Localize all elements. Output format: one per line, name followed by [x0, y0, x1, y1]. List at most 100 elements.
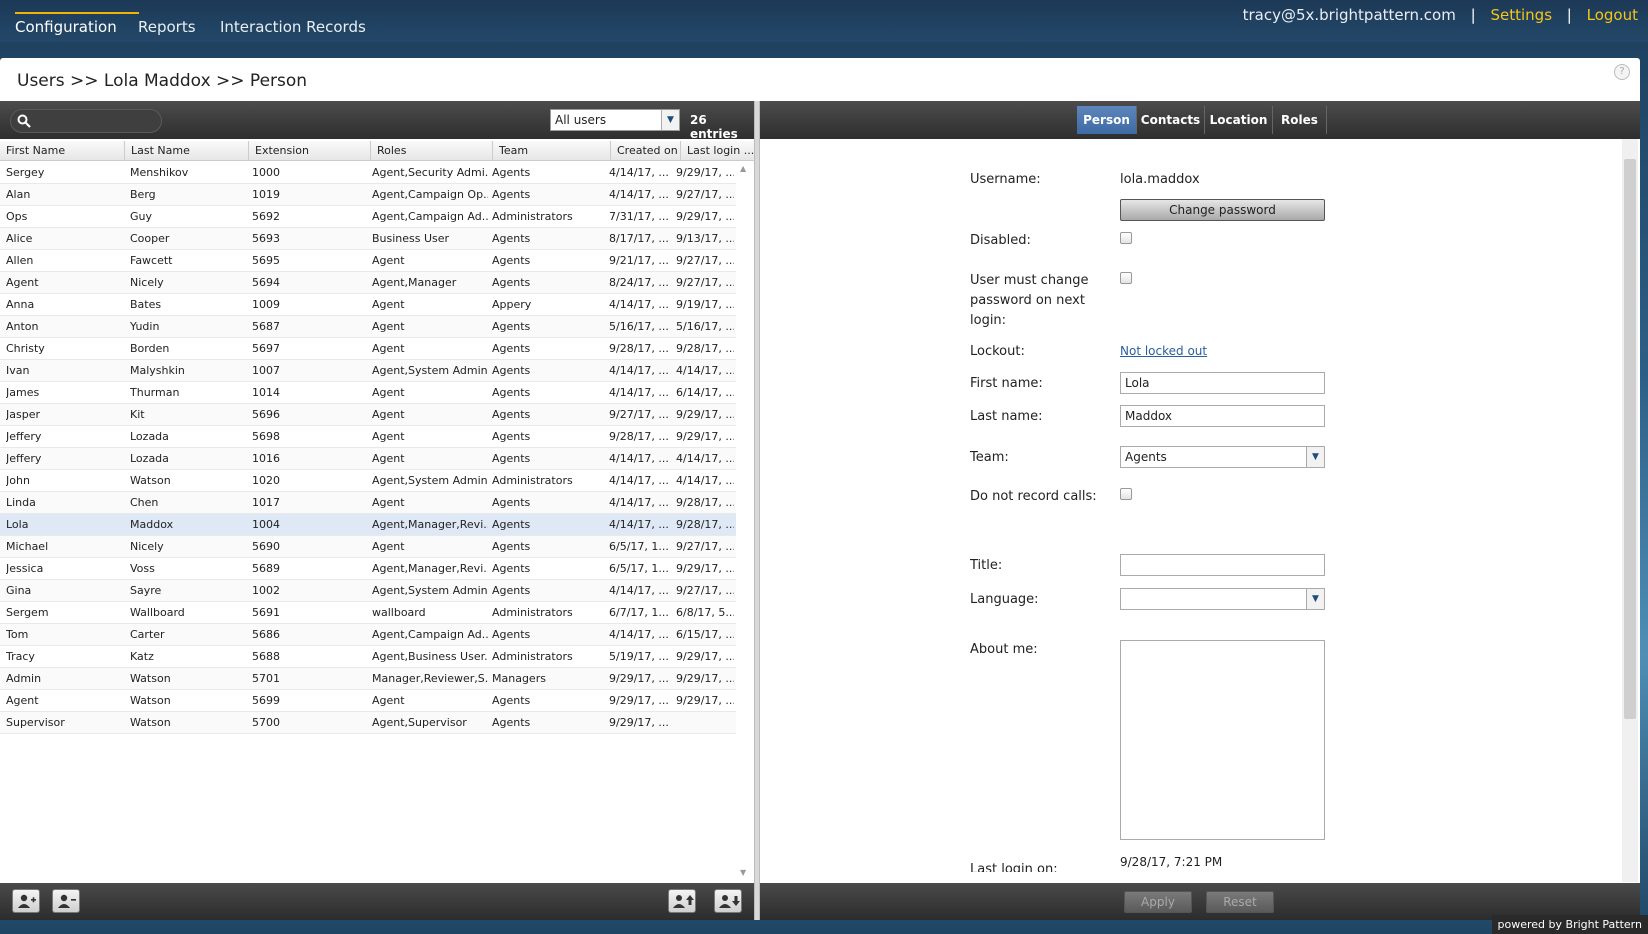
about-me-textarea[interactable]	[1120, 640, 1325, 840]
disabled-checkbox[interactable]	[1120, 232, 1132, 244]
cell-last-login: 9/29/17, ...	[676, 562, 734, 575]
column-divider[interactable]	[124, 141, 125, 161]
cell-team: Administrators	[492, 210, 573, 223]
search-icon	[17, 114, 31, 128]
tab-person[interactable]: Person	[1077, 106, 1137, 134]
table-row[interactable]: Supervisor Watson 5700 Agent,Supervisor Agen…	[0, 712, 736, 734]
cell-first-name: Admin	[6, 672, 42, 685]
tab-location[interactable]: Location	[1205, 106, 1273, 134]
cell-last-login: 6/15/17, ...	[676, 628, 734, 641]
cell-team: Agents	[492, 364, 531, 377]
table-row[interactable]: Alice Cooper 5693 Business User Agents 8/17/1…	[0, 228, 736, 250]
tab-roles[interactable]: Roles	[1273, 106, 1327, 134]
title-field[interactable]	[1120, 554, 1325, 576]
column-header-first-name[interactable]: First Name	[6, 144, 65, 157]
apply-button[interactable]: Apply	[1124, 891, 1192, 913]
first-name-field[interactable]: Lola	[1120, 372, 1325, 394]
import-users-button[interactable]	[668, 889, 696, 913]
table-row[interactable]: Lola Maddox 1004 Agent,Manager,Revi... Agent…	[0, 514, 736, 536]
cell-team: Agents	[492, 188, 531, 201]
lockout-status-link[interactable]: Not locked out	[1120, 344, 1207, 358]
settings-link[interactable]: Settings	[1490, 6, 1552, 24]
table-row[interactable]: Alan Berg 1019 Agent,Campaign Op... Agents 4/…	[0, 184, 736, 206]
export-users-button[interactable]	[714, 889, 742, 913]
column-header-team[interactable]: Team	[499, 144, 528, 157]
column-divider[interactable]	[680, 141, 681, 161]
table-row[interactable]: Ops Guy 5692 Agent,Campaign Ad... Administra…	[0, 206, 736, 228]
table-row[interactable]: James Thurman 1014 Agent Agents 4/14/17, ... 6…	[0, 382, 736, 404]
tab-reports[interactable]: Reports	[138, 18, 196, 36]
cell-last-login: 9/28/17, ...	[676, 342, 734, 355]
reset-button[interactable]: Reset	[1206, 891, 1274, 913]
scroll-up-icon[interactable]: ▲	[740, 164, 746, 173]
table-row[interactable]: Agent Watson 5699 Agent Agents 9/29/17, ... 9/…	[0, 690, 736, 712]
logout-link[interactable]: Logout	[1587, 6, 1638, 24]
table-row[interactable]: Jasper Kit 5696 Agent Agents 9/27/17, ... 9/29…	[0, 404, 736, 426]
table-scrollbar[interactable]: ▲ ▼	[738, 162, 752, 882]
cell-first-name: Linda	[6, 496, 36, 509]
team-label: Team:	[970, 450, 1009, 465]
table-row[interactable]: Gina Sayre 1002 Agent,System Admin... Agents…	[0, 580, 736, 602]
table-row[interactable]: Anton Yudin 5687 Agent Agents 5/16/17, ... 5/1…	[0, 316, 736, 338]
team-select[interactable]: Agents ▼	[1120, 446, 1325, 468]
table-row[interactable]: Anna Bates 1009 Agent Appery 4/14/17, ... 9/19…	[0, 294, 736, 316]
cell-created-on: 9/21/17, ...	[609, 254, 669, 267]
last-name-field[interactable]: Maddox	[1120, 405, 1325, 427]
column-divider[interactable]	[492, 141, 493, 161]
table-row[interactable]: Jessica Voss 5689 Agent,Manager,Revi... Agen…	[0, 558, 736, 580]
column-header-last-name[interactable]: Last Name	[131, 144, 190, 157]
column-divider[interactable]	[248, 141, 249, 161]
cell-last-login: 9/13/17, ...	[676, 232, 734, 245]
remove-user-button[interactable]	[52, 889, 80, 913]
table-row[interactable]: Sergey Menshikov 1000 Agent,Security Admi..…	[0, 162, 736, 184]
column-header-created-on[interactable]: Created on	[617, 144, 678, 157]
cell-extension: 5692	[252, 210, 280, 223]
table-row[interactable]: Agent Nicely 5694 Agent,Manager Agents 8/24/1…	[0, 272, 736, 294]
table-row[interactable]: Admin Watson 5701 Manager,Reviewer,S... Mana…	[0, 668, 736, 690]
column-header-roles[interactable]: Roles	[377, 144, 406, 157]
table-row[interactable]: Michael Nicely 5690 Agent Agents 6/5/17, 1...…	[0, 536, 736, 558]
tab-configuration[interactable]: Configuration	[15, 12, 139, 36]
must-change-password-checkbox[interactable]	[1120, 272, 1132, 284]
column-header-extension[interactable]: Extension	[255, 144, 309, 157]
cell-last-login: 9/29/17, ...	[676, 166, 734, 179]
cell-last-name: Bates	[130, 298, 162, 311]
table-row[interactable]: Jeffery Lozada 5698 Agent Agents 9/28/17, ...…	[0, 426, 736, 448]
search-input[interactable]	[10, 109, 162, 133]
table-row[interactable]: Linda Chen 1017 Agent Agents 4/14/17, ... 9/28…	[0, 492, 736, 514]
scroll-down-icon[interactable]: ▼	[740, 868, 746, 877]
cell-last-name: Maddox	[130, 518, 174, 531]
cell-first-name: James	[6, 386, 40, 399]
add-user-button[interactable]	[12, 889, 40, 913]
form-scrollbar[interactable]	[1622, 139, 1638, 882]
table-row[interactable]: Allen Fawcett 5695 Agent Agents 9/21/17, ... 9…	[0, 250, 736, 272]
cell-last-name: Yudin	[130, 320, 160, 333]
cell-team: Appery	[492, 298, 532, 311]
tab-interaction-records[interactable]: Interaction Records	[220, 18, 366, 36]
change-password-button[interactable]: Change password	[1120, 199, 1325, 221]
lockout-label: Lockout:	[970, 344, 1025, 359]
column-divider[interactable]	[610, 141, 611, 161]
cell-first-name: Sergey	[6, 166, 45, 179]
table-row[interactable]: Tracy Katz 5688 Agent,Business User... Admin…	[0, 646, 736, 668]
table-row[interactable]: Tom Carter 5686 Agent,Campaign Ad... Agents 4…	[0, 624, 736, 646]
cell-last-login: 9/27/17, ...	[676, 276, 734, 289]
cell-team: Agents	[492, 540, 531, 553]
cell-created-on: 9/29/17, ...	[609, 672, 669, 685]
user-filter-select[interactable]: All users ▼	[550, 109, 680, 131]
table-row[interactable]: John Watson 1020 Agent,System Admin... Admin…	[0, 470, 736, 492]
language-select[interactable]: ▼	[1120, 588, 1325, 610]
do-not-record-checkbox[interactable]	[1120, 488, 1132, 500]
table-row[interactable]: Christy Borden 5697 Agent Agents 9/28/17, ...…	[0, 338, 736, 360]
tab-contacts[interactable]: Contacts	[1137, 106, 1205, 134]
cell-last-login: 6/8/17, 5...	[676, 606, 734, 619]
cell-last-name: Malyshkin	[130, 364, 185, 377]
table-row[interactable]: Sergem Wallboard 5691 wallboard Administrato…	[0, 602, 736, 624]
help-icon[interactable]: ?	[1614, 64, 1630, 80]
cell-roles: Business User	[372, 232, 450, 245]
column-divider[interactable]	[370, 141, 371, 161]
table-row[interactable]: Ivan Malyshkin 1007 Agent,System Admin... Ag…	[0, 360, 736, 382]
form-scrollbar-thumb[interactable]	[1624, 159, 1636, 719]
table-row[interactable]: Jeffery Lozada 1016 Agent Agents 4/14/17, ...…	[0, 448, 736, 470]
column-header-last-login[interactable]: Last login ...	[687, 144, 754, 157]
